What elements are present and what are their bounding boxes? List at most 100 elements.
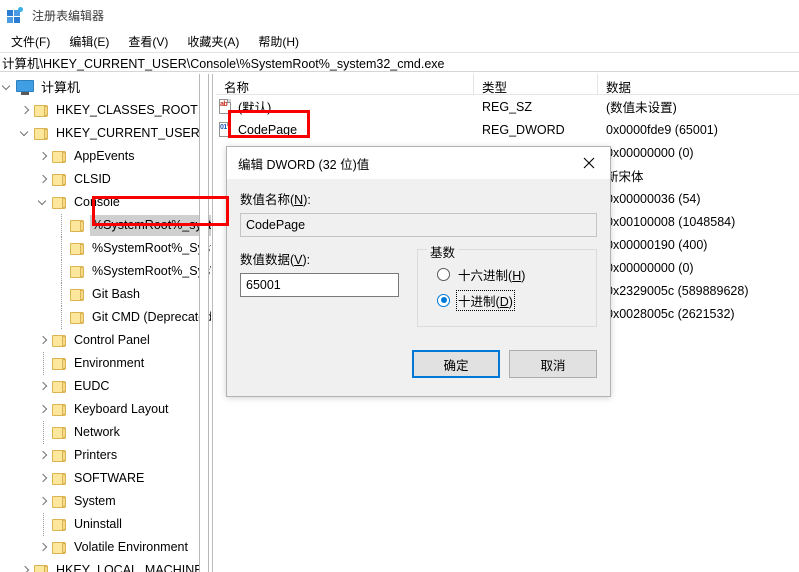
value-name-input[interactable] xyxy=(240,213,597,237)
tree-item-label: EUDC xyxy=(74,379,110,393)
chevron-right-icon[interactable] xyxy=(36,467,52,490)
list-column-headers: 名称 类型 数据 xyxy=(216,74,799,95)
tree-item-label: Environment xyxy=(74,356,145,370)
dword-value-icon: 01 xyxy=(218,122,232,137)
menu-favorites[interactable]: 收藏夹(A) xyxy=(184,31,248,52)
tree-item-15[interactable]: Network xyxy=(0,421,211,444)
tree-item-label: HKEY_LOCAL_MACHINE xyxy=(56,563,203,572)
tree-item-5[interactable]: Console xyxy=(0,191,211,214)
value-data-input[interactable] xyxy=(240,273,399,297)
tree-item-12[interactable]: Environment xyxy=(0,352,211,375)
radio-hexadecimal-label-prefix: 十六进制( xyxy=(458,268,513,283)
string-value-icon: ab xyxy=(218,99,232,114)
value-name-cell: ab (默认) xyxy=(216,97,474,116)
tree-scrollbar-thumb[interactable] xyxy=(200,74,208,404)
tree-item-6[interactable]: %SystemRoot%_system32_cmd.exe xyxy=(0,214,211,237)
radio-hexadecimal[interactable]: 十六进制(H) xyxy=(418,261,596,287)
chevron-down-icon[interactable] xyxy=(36,191,52,214)
tree-item-19[interactable]: Uninstall xyxy=(0,513,211,536)
chevron-right-icon[interactable] xyxy=(36,329,52,352)
folder-icon xyxy=(52,472,67,485)
table-row[interactable]: 01 CodePage REG_DWORD 0x0000fde9 (65001) xyxy=(216,118,799,141)
tree-item-label: CLSID xyxy=(74,172,111,186)
menu-help[interactable]: 帮助(H) xyxy=(255,31,308,52)
ok-button[interactable]: 确定 xyxy=(412,350,500,378)
cancel-button[interactable]: 取消 xyxy=(509,350,597,378)
tree-item-16[interactable]: Printers xyxy=(0,444,211,467)
folder-icon xyxy=(52,196,67,209)
tree-item-21[interactable]: HKEY_LOCAL_MACHINE xyxy=(0,559,211,572)
tree-item-4[interactable]: CLSID xyxy=(0,168,211,191)
tree-item-10[interactable]: Git CMD (Deprecated) xyxy=(0,306,211,329)
tree-item-11[interactable]: Control Panel xyxy=(0,329,211,352)
folder-icon xyxy=(52,150,67,163)
value-data-cell: 0x0000fde9 (65001) xyxy=(606,122,718,137)
value-data-cell: 0x00000190 (400) xyxy=(606,237,708,252)
tree-vertical-scrollbar[interactable] xyxy=(199,74,209,572)
folder-icon xyxy=(34,104,49,117)
tree-item-label: Network xyxy=(74,425,120,439)
value-data-label-prefix: 数值数据( xyxy=(240,253,295,267)
dialog-buttons: 确定 取消 xyxy=(412,350,597,378)
table-row[interactable]: ab (默认) REG_SZ (数值未设置) xyxy=(216,95,799,118)
tree-item-0[interactable]: 计算机 xyxy=(0,76,211,99)
radio-decimal[interactable]: 十进制(D) xyxy=(418,287,596,313)
chevron-right-icon[interactable] xyxy=(36,490,52,513)
tree-item-1[interactable]: HKEY_CLASSES_ROOT xyxy=(0,99,211,122)
tree-item-18[interactable]: System xyxy=(0,490,211,513)
chevron-right-icon[interactable] xyxy=(36,375,52,398)
tree-item-17[interactable]: SOFTWARE xyxy=(0,467,211,490)
value-data-cell: 0x2329005c (589889628) xyxy=(606,283,749,298)
tree-item-label: Printers xyxy=(74,448,118,462)
column-header-type[interactable]: 类型 xyxy=(474,74,598,95)
tree-item-13[interactable]: EUDC xyxy=(0,375,211,398)
tree-leaf-connector xyxy=(54,214,70,237)
registry-editor-icon xyxy=(7,6,24,24)
tree-leaf-connector xyxy=(36,421,52,444)
tree-item-9[interactable]: Git Bash xyxy=(0,283,211,306)
chevron-down-icon[interactable] xyxy=(18,122,34,145)
folder-icon xyxy=(70,242,85,255)
folder-icon xyxy=(52,426,67,439)
column-header-name[interactable]: 名称 xyxy=(216,74,474,95)
close-icon[interactable] xyxy=(567,148,610,179)
tree-item-14[interactable]: Keyboard Layout xyxy=(0,398,211,421)
folder-icon xyxy=(52,495,67,508)
tree-item-2[interactable]: HKEY_CURRENT_USER xyxy=(0,122,211,145)
chevron-right-icon[interactable] xyxy=(36,444,52,467)
value-data-column: 数值数据(V): xyxy=(240,249,417,327)
computer-icon xyxy=(16,80,34,95)
column-header-data[interactable]: 数据 xyxy=(598,74,799,95)
radio-decimal-mark xyxy=(437,293,451,307)
chevron-right-icon[interactable] xyxy=(36,398,52,421)
tree-item-label: HKEY_CLASSES_ROOT xyxy=(56,103,198,117)
radio-decimal-label-suffix: ) xyxy=(508,294,513,309)
folder-icon xyxy=(52,449,67,462)
tree-item-label: Volatile Environment xyxy=(74,540,188,554)
menu-edit[interactable]: 编辑(E) xyxy=(66,31,118,52)
tree-item-label: Console xyxy=(74,195,120,209)
tree-item-8[interactable]: %SystemRoot%_SysWOW64_WindowsPowerShell_… xyxy=(0,260,211,283)
value-name-text: CodePage xyxy=(238,122,298,137)
tree-item-label: %SystemRoot%_SysWOW64_WindowsPowerShell_… xyxy=(92,264,211,278)
value-name-label-key: N xyxy=(294,193,304,207)
value-data-cell: 0x00000000 (0) xyxy=(606,145,694,160)
chevron-right-icon[interactable] xyxy=(36,168,52,191)
chevron-right-icon[interactable] xyxy=(36,536,52,559)
registry-path: 计算机\HKEY_CURRENT_USER\Console\%SystemRoo… xyxy=(2,56,445,71)
tree-leaf-connector xyxy=(54,237,70,260)
folder-icon xyxy=(52,518,67,531)
registry-tree-pane[interactable]: 计算机 HKEY_CLASSES_ROOT HKEY_CURRENT_USER App… xyxy=(0,74,212,572)
chevron-right-icon[interactable] xyxy=(36,145,52,168)
menu-view[interactable]: 查看(V) xyxy=(125,31,177,52)
tree-leaf-connector xyxy=(54,306,70,329)
address-bar[interactable]: 计算机\HKEY_CURRENT_USER\Console\%SystemRoo… xyxy=(0,52,799,72)
menu-file[interactable]: 文件(F) xyxy=(8,31,59,52)
tree-item-7[interactable]: %SystemRoot%_System32_WindowsPowerShell_… xyxy=(0,237,211,260)
tree-item-label: Git CMD (Deprecated) xyxy=(92,310,212,324)
chevron-right-icon[interactable] xyxy=(18,559,34,572)
chevron-down-icon[interactable] xyxy=(0,76,16,99)
tree-item-20[interactable]: Volatile Environment xyxy=(0,536,211,559)
tree-item-3[interactable]: AppEvents xyxy=(0,145,211,168)
chevron-right-icon[interactable] xyxy=(18,99,34,122)
